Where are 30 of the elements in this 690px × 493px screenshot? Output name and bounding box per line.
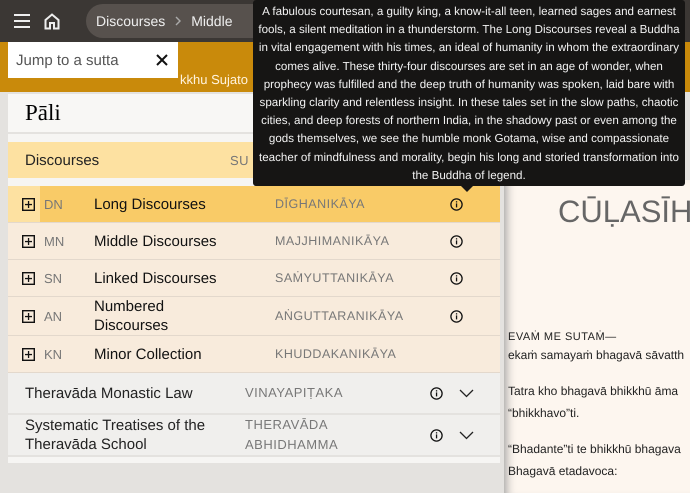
collection-code: SN <box>43 270 64 286</box>
collection-code: DN <box>43 196 64 212</box>
collection-code: MN <box>43 234 66 248</box>
pali-name: THERAVĀDA ABHIDHAMMA <box>245 416 340 454</box>
section-label: Theravāda Monastic Law <box>25 384 194 402</box>
collection-label: Middle Discourses <box>94 232 218 250</box>
text-line: Tatra kho bhagavā bhikkhū āma <box>508 383 680 400</box>
pali-name: DĪGHANIKĀYA <box>275 197 366 211</box>
pali-name: MAJJHIMANIKĀYA <box>275 234 390 248</box>
description-tooltip: A fabulous courtesan, a guilty king, a know-it-all teen, learned sages and earnest fools, a silent meditation in a thunderstorm. The Long Discourses reveal a Buddha in vital engagement with his times, an ideal of humanity in whom the extraordinary comes alive. These thirty-four discourses are set in an age of wonder, when prophecy was fulfilled and the deep truth of humanity was spoken, laid bare with sparkling clarity and relentless insight. In these tales set in the slow paths, chaotic cities, and deep forests of northern India, in the shadowy past or even among the gods themselves, we see the humble monk Gotama, wise and compassionate teacher of mindfulness and morality, begin his long and storied transformation into the Buddha of legend. <box>253 0 685 186</box>
pali-name: SU <box>230 152 250 168</box>
sutta-title: CŪḶASĪH <box>558 194 690 230</box>
pali-name: AṄGUTTARANIKĀYA <box>275 309 405 323</box>
collection-code: AN <box>43 308 64 324</box>
collection-label: Numbered Discourses <box>94 297 170 335</box>
text-line: “bhikkhavo”ti. <box>508 405 580 422</box>
pali-name: KHUDDAKANIKĀYA <box>275 347 398 361</box>
text-line: ekaṁ samayaṁ bhagavā sāvatth <box>508 347 686 364</box>
text-line: “Bhadante”ti te bhikkhū bhagava <box>508 441 682 458</box>
section-label: Discourses <box>25 152 100 168</box>
section-label: Systematic Treatises of the Theravāda School <box>25 416 206 454</box>
collection-code: KN <box>43 346 64 362</box>
pali-name: VINAYAPIṬAKA <box>245 384 344 402</box>
author-name: kkhu Sujato <box>180 72 248 89</box>
collection-label: Linked Discourses <box>94 268 218 288</box>
collection-label: Long Discourses <box>94 194 207 214</box>
collection-label: Minor Collection <box>94 344 203 364</box>
text-line: EVAṀ ME SUTAṀ— <box>508 330 618 344</box>
pali-name: SAṀYUTTANIKĀYA <box>275 271 396 285</box>
text-line: Bhagavā etadavoca: <box>508 463 618 480</box>
